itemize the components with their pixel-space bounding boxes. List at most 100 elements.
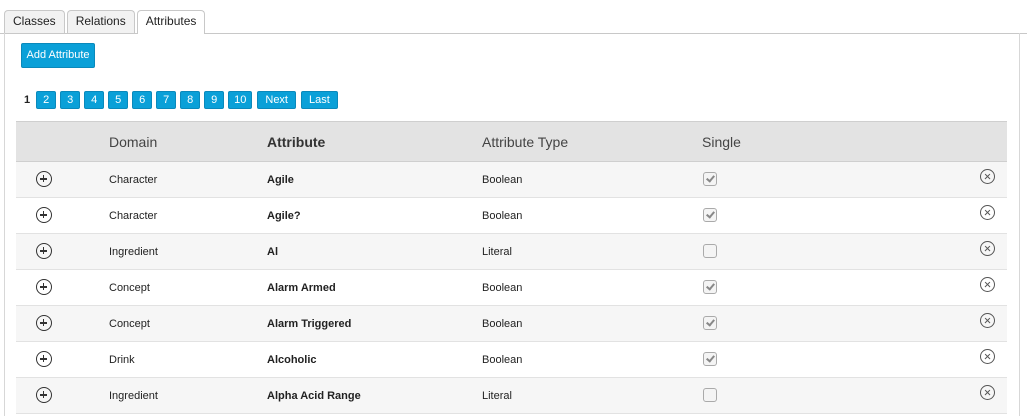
single-cell <box>702 305 962 342</box>
pagination: 1 2 3 4 5 6 7 8 9 10 Next Last <box>24 91 342 109</box>
attribute-cell: Alpha Acid Range <box>267 377 482 414</box>
close-circle-icon[interactable] <box>980 240 995 256</box>
delete-cell <box>962 197 1007 234</box>
table-header-row: Domain Attribute Attribute Type Single <box>16 121 1007 162</box>
domain-cell: Concept <box>109 269 267 306</box>
type-cell: Boolean <box>482 305 702 342</box>
attributes-view: Classes Relations Attributes Add Attribu… <box>0 0 1027 416</box>
domain-cell: Character <box>109 161 267 198</box>
attribute-cell: Alarm Triggered <box>267 305 482 342</box>
plus-circle-icon[interactable] <box>36 207 52 223</box>
table-row: Character Agile? Boolean <box>16 197 1007 234</box>
page-7-button[interactable]: 7 <box>156 91 177 109</box>
type-cell: Boolean <box>482 197 702 234</box>
expand-cell <box>16 341 109 378</box>
last-page-button[interactable]: Last <box>301 91 338 109</box>
attribute-cell: Agile? <box>267 197 482 234</box>
single-cell <box>702 377 962 414</box>
domain-column-header[interactable]: Domain <box>109 121 267 162</box>
attribute-cell: Agile <box>267 161 482 198</box>
tab-attributes[interactable]: Attributes <box>136 10 206 34</box>
plus-circle-icon[interactable] <box>36 315 52 331</box>
expand-cell <box>16 305 109 342</box>
table-row: Ingredient Alpha Acid Range Literal <box>16 377 1007 414</box>
attribute-cell: Alcoholic <box>267 341 482 378</box>
table-row: Ingredient Al Literal <box>16 233 1007 270</box>
attributes-table: Domain Attribute Attribute Type Single C… <box>16 121 1007 414</box>
attribute-cell: Alarm Armed <box>267 269 482 306</box>
single-checkbox[interactable] <box>703 280 717 294</box>
delete-cell <box>962 305 1007 342</box>
delete-cell <box>962 233 1007 270</box>
plus-circle-icon[interactable] <box>36 279 52 295</box>
table-row: Concept Alarm Armed Boolean <box>16 269 1007 306</box>
single-cell <box>702 269 962 306</box>
delete-column-header <box>962 121 1007 162</box>
delete-cell <box>962 377 1007 414</box>
page-2-button[interactable]: 2 <box>36 91 57 109</box>
check-mark-icon <box>706 209 715 219</box>
plus-circle-icon[interactable] <box>36 351 52 367</box>
type-cell: Literal <box>482 233 702 270</box>
plus-circle-icon[interactable] <box>36 243 52 259</box>
plus-circle-icon[interactable] <box>36 387 52 403</box>
type-cell: Boolean <box>482 341 702 378</box>
single-checkbox[interactable] <box>703 244 717 258</box>
delete-cell <box>962 269 1007 306</box>
expand-cell <box>16 161 109 198</box>
single-checkbox[interactable] <box>703 208 717 222</box>
close-circle-icon[interactable] <box>980 204 995 220</box>
single-column-header[interactable]: Single <box>702 121 962 162</box>
page-5-button[interactable]: 5 <box>108 91 129 109</box>
expand-cell <box>16 233 109 270</box>
attribute-cell: Al <box>267 233 482 270</box>
domain-cell: Ingredient <box>109 233 267 270</box>
expand-cell <box>16 197 109 234</box>
single-checkbox[interactable] <box>703 316 717 330</box>
single-cell <box>702 233 962 270</box>
tab-classes[interactable]: Classes <box>4 10 65 33</box>
delete-cell <box>962 161 1007 198</box>
tab-relations[interactable]: Relations <box>66 10 135 33</box>
page-6-button[interactable]: 6 <box>132 91 153 109</box>
type-cell: Literal <box>482 377 702 414</box>
page-4-button[interactable]: 4 <box>84 91 105 109</box>
expand-cell <box>16 377 109 414</box>
plus-circle-icon[interactable] <box>36 171 52 187</box>
domain-cell: Character <box>109 197 267 234</box>
page-10-button[interactable]: 10 <box>228 91 253 109</box>
type-column-header[interactable]: Attribute Type <box>482 121 702 162</box>
next-page-button[interactable]: Next <box>257 91 296 109</box>
close-circle-icon[interactable] <box>980 348 995 364</box>
attribute-column-header[interactable]: Attribute <box>267 121 482 162</box>
close-circle-icon[interactable] <box>980 312 995 328</box>
single-cell <box>702 341 962 378</box>
check-mark-icon <box>706 173 715 183</box>
check-mark-icon <box>706 353 715 363</box>
tab-bar: Classes Relations Attributes <box>4 10 207 34</box>
current-page: 1 <box>24 94 31 106</box>
table-row: Character Agile Boolean <box>16 161 1007 198</box>
expand-column-header <box>16 121 109 162</box>
single-checkbox[interactable] <box>703 352 717 366</box>
close-circle-icon[interactable] <box>980 384 995 400</box>
check-mark-icon <box>706 317 715 327</box>
domain-cell: Drink <box>109 341 267 378</box>
table-row: Drink Alcoholic Boolean <box>16 341 1007 378</box>
page-8-button[interactable]: 8 <box>180 91 201 109</box>
table-row: Concept Alarm Triggered Boolean <box>16 305 1007 342</box>
single-cell <box>702 161 962 198</box>
single-checkbox[interactable] <box>703 388 717 402</box>
domain-cell: Concept <box>109 305 267 342</box>
page-9-button[interactable]: 9 <box>204 91 225 109</box>
domain-cell: Ingredient <box>109 377 267 414</box>
close-circle-icon[interactable] <box>980 276 995 292</box>
check-mark-icon <box>706 281 715 291</box>
single-checkbox[interactable] <box>703 172 717 186</box>
add-attribute-button[interactable]: Add Attribute <box>21 43 95 68</box>
page-3-button[interactable]: 3 <box>60 91 81 109</box>
type-cell: Boolean <box>482 161 702 198</box>
close-circle-icon[interactable] <box>980 168 995 184</box>
type-cell: Boolean <box>482 269 702 306</box>
single-cell <box>702 197 962 234</box>
